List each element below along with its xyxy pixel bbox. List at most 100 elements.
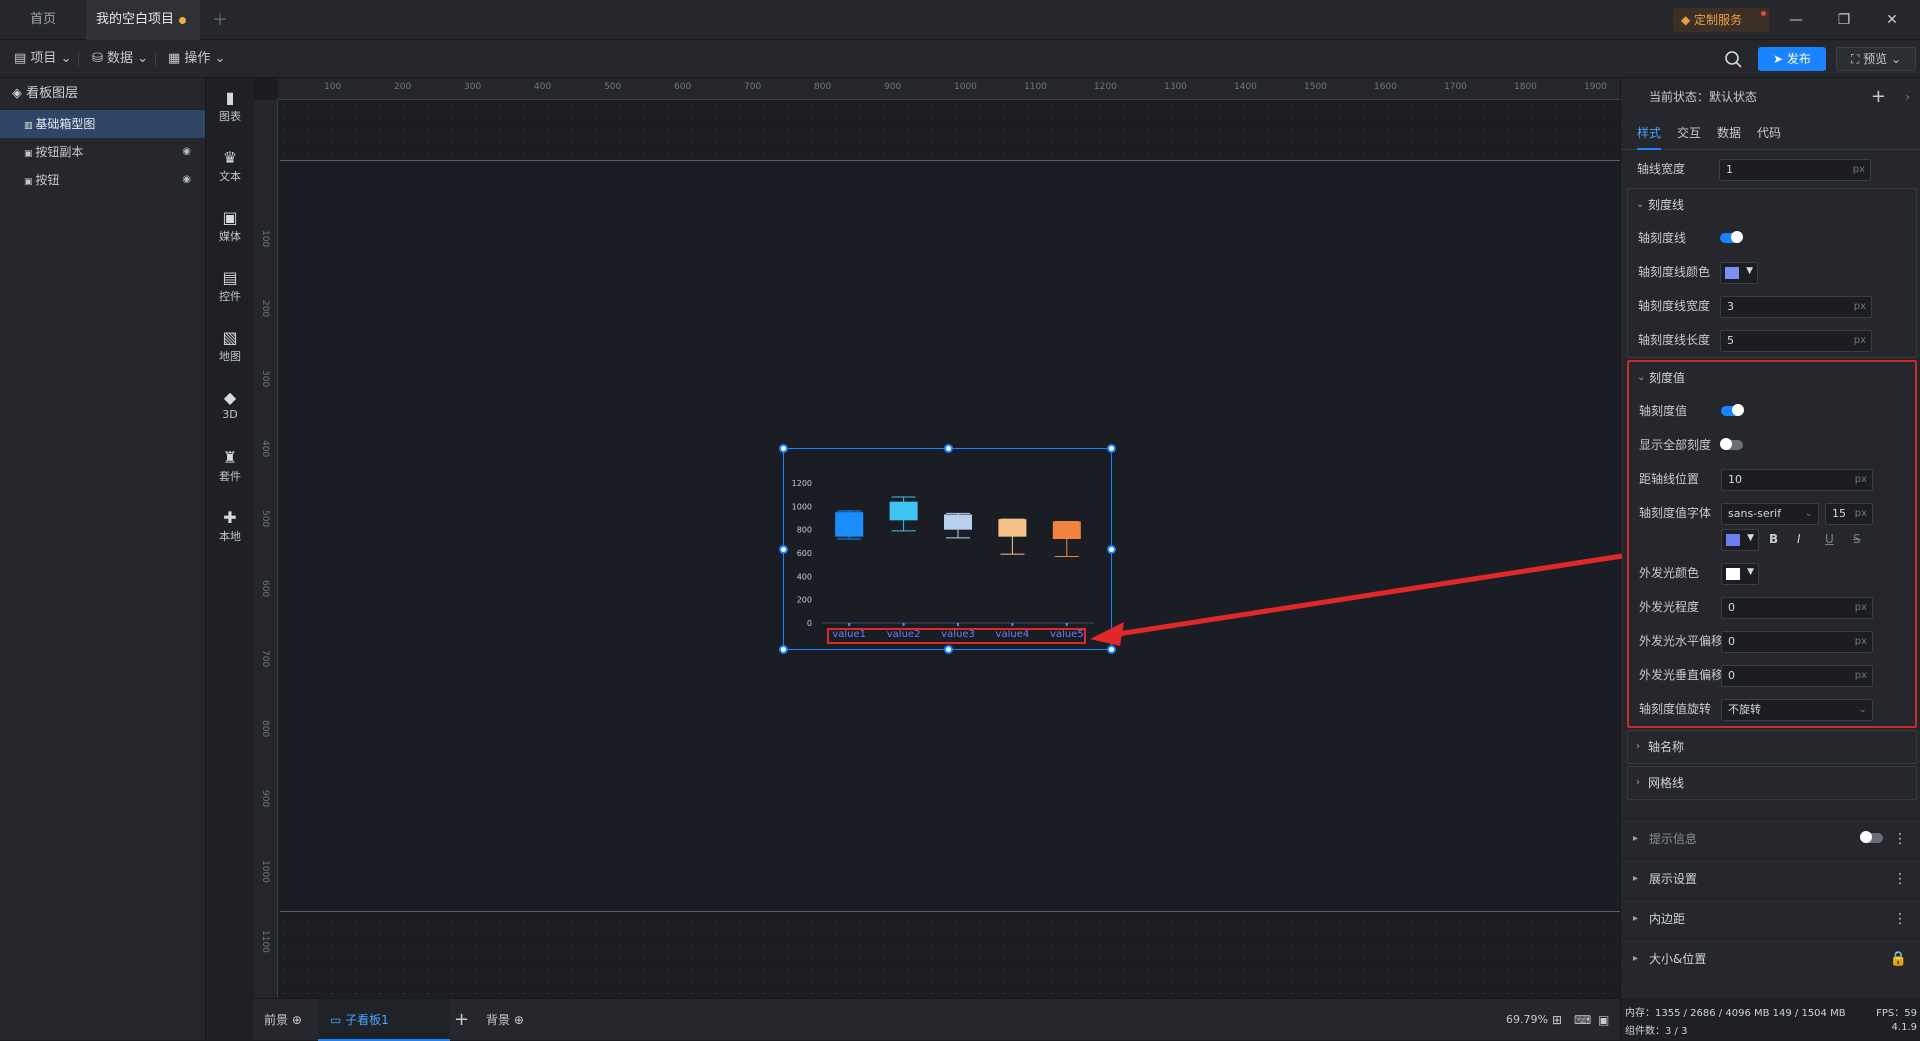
display-section[interactable]: ▸ 展示设置 ⋮ xyxy=(1621,858,1920,898)
bar-chart-icon: ▮ xyxy=(225,88,235,107)
publish-button[interactable]: ➤ 发布 xyxy=(1758,47,1826,71)
tick-line-width-input[interactable]: 3 px xyxy=(1720,296,1872,318)
show-all-toggle[interactable] xyxy=(1720,438,1743,450)
lock-icon[interactable]: 🔒 xyxy=(1890,939,1907,979)
image-icon: ▣ xyxy=(24,149,36,159)
tick-line-length-input[interactable]: 5 px xyxy=(1720,330,1872,352)
tooltip-toggle[interactable] xyxy=(1860,831,1883,843)
layer-item[interactable]: ▣ 按钮 ◉ xyxy=(0,166,205,194)
field-label: 外发光程度 xyxy=(1639,600,1700,614)
add-circle-icon[interactable]: ⊕ xyxy=(510,1013,524,1027)
size-position-section[interactable]: ▸ 大小&位置 🔒 xyxy=(1621,938,1920,978)
menu-project[interactable]: ▤ 项目 ⌄ xyxy=(14,40,80,78)
tab-style[interactable]: 样式 xyxy=(1637,116,1662,150)
resize-handle[interactable] xyxy=(1107,444,1116,453)
add-circle-icon[interactable]: ⊕ xyxy=(288,1013,302,1027)
tick-value-toggle[interactable] xyxy=(1721,404,1744,416)
add-tab-button[interactable]: + xyxy=(210,0,230,40)
field-label: 轴刻度值字体 xyxy=(1639,506,1712,520)
tick-value-header[interactable]: ⌄ 刻度值 xyxy=(1629,362,1915,394)
axis-width-input[interactable]: 1 px xyxy=(1719,159,1871,181)
box xyxy=(889,501,918,521)
component-chart[interactable]: ▮ 图表 xyxy=(206,88,254,124)
tooltip-section[interactable]: ▸ 提示信息 ⋮ xyxy=(1621,818,1920,858)
more-icon[interactable]: ⋮ xyxy=(1893,819,1907,859)
box xyxy=(835,512,864,537)
menu-data[interactable]: ⛁ 数据 ⌄ xyxy=(92,40,157,78)
add-state-button[interactable]: + xyxy=(1871,78,1886,116)
resize-handle[interactable] xyxy=(944,444,953,453)
more-icon[interactable]: ⋮ xyxy=(1893,859,1907,899)
glow-x-input[interactable]: 0 px xyxy=(1721,631,1873,653)
tab-background[interactable]: 背景 ⊕ xyxy=(486,999,524,1041)
eye-hidden-icon[interactable]: ◉ xyxy=(182,138,191,166)
input-value: 不旋转 xyxy=(1728,703,1761,716)
tab-sub-board[interactable]: ▭ 子看板1 xyxy=(318,999,450,1041)
resize-handle[interactable] xyxy=(779,545,788,554)
boxplot-widget[interactable]: 0 200 400 600 800 1000 1200 value1 value2 value3 v… xyxy=(779,444,1116,654)
layer-item[interactable]: ▣ 按钮副本 ◉ xyxy=(0,138,205,166)
resize-handle[interactable] xyxy=(779,444,788,453)
ruler-tick-label: 1100 xyxy=(260,930,270,953)
ruler-tick-label: 800 xyxy=(260,720,270,738)
resize-handle[interactable] xyxy=(1107,545,1116,554)
close-button[interactable]: ✕ xyxy=(1868,0,1916,40)
glow-color-picker[interactable]: ▼ xyxy=(1721,563,1759,585)
component-media[interactable]: ▣ 媒体 xyxy=(206,208,254,244)
more-icon[interactable]: ⋮ xyxy=(1893,899,1907,939)
tab-foreground[interactable]: 前景 ⊕ xyxy=(264,999,302,1041)
font-size-input[interactable]: 15 px xyxy=(1825,503,1873,525)
bold-icon[interactable]: B xyxy=(1769,532,1778,546)
add-board-button[interactable]: + xyxy=(454,999,469,1041)
resize-handle[interactable] xyxy=(1107,645,1116,654)
keyboard-icon[interactable]: ⌨ xyxy=(1574,999,1591,1041)
underline-icon[interactable]: U xyxy=(1825,532,1834,546)
grid-line-header[interactable]: › 网格线 xyxy=(1628,767,1916,799)
input-value: 0 xyxy=(1728,669,1735,682)
tab-home[interactable]: 首页 xyxy=(0,0,86,40)
eye-hidden-icon[interactable]: ◉ xyxy=(182,166,191,194)
search-icon[interactable] xyxy=(1722,48,1744,70)
minimize-button[interactable]: — xyxy=(1772,0,1820,40)
box xyxy=(998,519,1027,537)
preview-button[interactable]: ⛶ 预览 ⌄ xyxy=(1836,47,1916,71)
tick-line-toggle[interactable] xyxy=(1720,231,1743,243)
axis-name-header[interactable]: › 轴名称 xyxy=(1628,731,1916,763)
tick-line-header[interactable]: ⌄ 刻度线 xyxy=(1628,189,1916,221)
chevron-right-icon[interactable]: › xyxy=(1905,78,1910,116)
fit-screen-icon[interactable]: ⊞ xyxy=(1552,999,1562,1041)
component-text[interactable]: ♛ 文本 xyxy=(206,148,254,184)
input-value: 5 xyxy=(1727,334,1734,347)
tab-code[interactable]: 代码 xyxy=(1757,116,1781,150)
media-icon: ▣ xyxy=(222,208,238,227)
component-control[interactable]: ▤ 控件 xyxy=(206,268,254,304)
tab-interaction[interactable]: 交互 xyxy=(1677,116,1701,150)
component-3d[interactable]: ◆ 3D xyxy=(206,388,254,421)
axis-name-group[interactable]: › 轴名称 xyxy=(1627,730,1917,764)
layer-item[interactable]: ▥ 基础箱型图 xyxy=(0,110,205,138)
restore-button[interactable]: ❐ xyxy=(1820,0,1868,40)
padding-section[interactable]: ▸ 内边距 ⋮ xyxy=(1621,898,1920,938)
tick-line-color-picker[interactable]: ▼ xyxy=(1720,262,1758,284)
component-kit[interactable]: ♜ 套件 xyxy=(206,448,254,484)
menu-operate[interactable]: ▦ 操作 ⌄ xyxy=(168,40,225,78)
resize-handle[interactable] xyxy=(944,645,953,654)
component-local[interactable]: ✚ 本地 xyxy=(206,508,254,544)
custom-service-button[interactable]: ◆ 定制服务 xyxy=(1673,8,1769,32)
resize-handle[interactable] xyxy=(779,645,788,654)
grid-line-group[interactable]: › 网格线 xyxy=(1627,766,1917,800)
glow-level-input[interactable]: 0 px xyxy=(1721,597,1873,619)
rotate-select[interactable]: 不旋转 ⌄ xyxy=(1721,699,1873,721)
tab-data[interactable]: 数据 xyxy=(1717,116,1741,150)
distance-input[interactable]: 10 px xyxy=(1721,469,1873,491)
y-tick-label: 400 xyxy=(797,572,812,581)
tab-project[interactable]: 我的空白项目 xyxy=(86,0,200,40)
component-map[interactable]: ▧ 地图 xyxy=(206,328,254,364)
glow-y-input[interactable]: 0 px xyxy=(1721,665,1873,687)
zoom-level[interactable]: 69.79% xyxy=(1506,999,1548,1041)
strikethrough-icon[interactable]: S xyxy=(1853,532,1861,546)
terminal-icon[interactable]: ▣ xyxy=(1598,999,1609,1041)
font-color-picker[interactable]: ▼ xyxy=(1721,529,1759,551)
italic-icon[interactable]: I xyxy=(1797,532,1801,546)
font-family-select[interactable]: sans-serif ⌄ xyxy=(1721,503,1819,525)
